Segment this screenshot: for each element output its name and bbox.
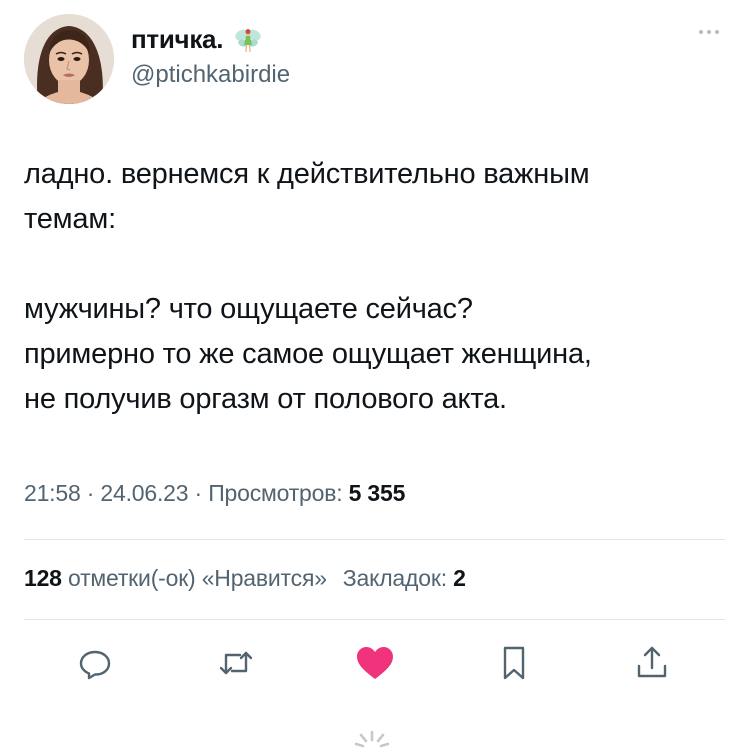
divider (24, 539, 725, 540)
likes-label: отметки(-ок) «Нравится» (67, 565, 327, 591)
share-icon (637, 646, 667, 678)
action-bar (0, 641, 743, 685)
tweet-time[interactable]: 21:58 (24, 480, 81, 506)
meta-separator: · (80, 480, 101, 506)
loading-spinner-icon (352, 726, 392, 753)
share-button[interactable] (630, 641, 674, 685)
meta-separator: · (188, 480, 209, 506)
retweet-button[interactable] (214, 641, 258, 685)
author-name-row: птичка. (131, 24, 263, 55)
like-icon (357, 647, 393, 679)
bookmarks-label: Закладок: (342, 565, 447, 591)
tweet-date[interactable]: 24.06.23 (100, 480, 188, 506)
likes-count: 128 (24, 565, 62, 591)
tweet-meta: 21:58 · 24.06.23 · Просмотров: 5 355 (24, 480, 405, 507)
display-name[interactable]: птичка. (131, 24, 223, 55)
fairy-icon (233, 25, 263, 55)
bookmark-button[interactable] (492, 641, 536, 685)
more-options-icon[interactable] (699, 30, 719, 34)
bookmarks-count: 2 (453, 565, 466, 591)
avatar-image (24, 14, 114, 104)
tweet-stats: 128 отметки(-ок) «Нравится» Закладок: 2 (24, 565, 466, 592)
reply-icon (79, 650, 111, 680)
views-label: Просмотров: (208, 480, 343, 506)
author-handle[interactable]: @ptichkabirdie (131, 61, 290, 89)
like-button[interactable] (353, 641, 397, 685)
retweet-icon (219, 651, 253, 675)
avatar[interactable] (24, 14, 114, 104)
bookmarks-stat[interactable]: Закладок: 2 (343, 565, 466, 591)
divider (24, 619, 725, 620)
tweet-text: ладно. вернемся к действительно важным т… (24, 158, 592, 415)
bookmark-icon (503, 646, 525, 680)
likes-stat[interactable]: 128 отметки(-ок) «Нравится» (24, 565, 327, 591)
views-count: 5 355 (348, 480, 406, 506)
reply-button[interactable] (73, 641, 117, 685)
